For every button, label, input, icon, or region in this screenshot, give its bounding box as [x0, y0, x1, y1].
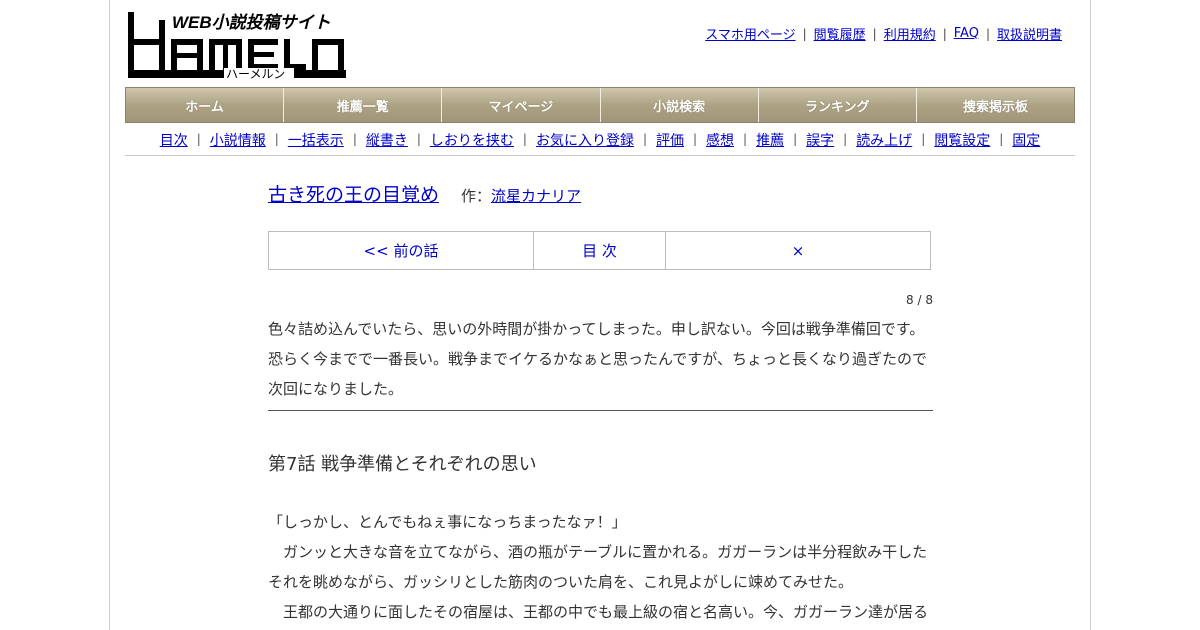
- next-chapter-none: ×: [791, 241, 805, 260]
- separator: |: [793, 132, 798, 146]
- subnav-rating[interactable]: 評価: [656, 130, 684, 150]
- author-link[interactable]: 流星カナリア: [491, 185, 581, 206]
- subnav-favorite[interactable]: お気に入り登録: [536, 130, 634, 150]
- history-link[interactable]: 閲覧履歴: [814, 24, 866, 43]
- author-prefix: 作：: [461, 187, 492, 205]
- preface-line: 次回になりました。: [268, 380, 404, 398]
- separator: |: [522, 132, 527, 146]
- novel-title-link[interactable]: 古き死の王の目覚め: [268, 180, 439, 207]
- body-paragraph: ガンッと大きな音を立てながら、酒の瓶がテーブルに置かれる。ガガーランは半分程飲み…: [268, 543, 928, 561]
- nav-recommendations[interactable]: 推薦一覧: [284, 88, 443, 122]
- nav-search-board[interactable]: 捜索掲示板: [917, 88, 1074, 122]
- separator: |: [642, 132, 647, 146]
- toc-link[interactable]: 目 次: [534, 232, 666, 269]
- separator: |: [352, 132, 357, 146]
- subnav-recommend[interactable]: 推薦: [756, 130, 784, 150]
- nav-home[interactable]: ホーム: [126, 88, 285, 122]
- title-row: 古き死の王の目覚め 作： 流星カナリア: [268, 180, 933, 207]
- chapter-title: 第7話 戦争準備とそれぞれの思い: [268, 454, 537, 475]
- subnav-read-aloud[interactable]: 読み上げ: [856, 130, 912, 150]
- separator: |: [802, 26, 807, 41]
- manual-link[interactable]: 取扱説明書: [997, 24, 1062, 43]
- subnav-bookmark[interactable]: しおりを挟む: [430, 130, 514, 150]
- prev-chapter-link[interactable]: << 前の話: [269, 232, 534, 269]
- subnav-review[interactable]: 感想: [706, 130, 734, 150]
- body-paragraph: 「しっかし、とんでもねぇ事になっちまったなァ！」: [268, 513, 627, 531]
- separator: |: [942, 26, 947, 41]
- subnav-novel-info[interactable]: 小説情報: [210, 130, 266, 150]
- separator: |: [985, 26, 990, 41]
- preface-divider: [268, 410, 933, 411]
- chapter-nav: << 前の話 目 次 ×: [268, 231, 931, 270]
- terms-link[interactable]: 利用規約: [884, 24, 936, 43]
- logo-kana: ハーメルン: [226, 67, 285, 80]
- separator: |: [416, 132, 421, 146]
- separator: |: [921, 132, 926, 146]
- faq-link[interactable]: FAQ: [954, 26, 979, 41]
- nav-novel-search[interactable]: 小説検索: [601, 88, 759, 122]
- main-nav: ホーム 推薦一覧 マイページ 小説検索 ランキング 捜索掲示板: [125, 87, 1075, 123]
- subnav-show-all[interactable]: 一括表示: [288, 130, 344, 150]
- subnav-toc[interactable]: 目次: [160, 130, 188, 150]
- novel-sub-nav: 目次 | 小説情報 | 一括表示 | 縦書き | しおりを挟む | お気に入り登…: [125, 127, 1075, 156]
- subnav-vertical[interactable]: 縦書き: [366, 130, 408, 150]
- nav-mypage[interactable]: マイページ: [442, 88, 601, 122]
- page-container: WEB小説投稿サイト ハーメルン スマホ用ページ | 閲覧履歴 | 利用規約 |…: [109, 0, 1091, 630]
- separator: |: [743, 132, 748, 146]
- separator: |: [999, 132, 1004, 146]
- subnav-view-settings[interactable]: 閲覧設定: [934, 130, 990, 150]
- logo-tagline: WEB小説投稿サイト: [172, 13, 331, 32]
- separator: |: [843, 132, 848, 146]
- separator: |: [872, 26, 877, 41]
- separator: |: [274, 132, 279, 146]
- novel-content: 古き死の王の目覚め 作： 流星カナリア << 前の話 目 次 × 8 / 8 色…: [268, 180, 933, 627]
- page-count: 8 / 8: [906, 293, 933, 307]
- preface-line: 恐らく今までで一番長い。戦争までイケるかなぁと思ったんですが、ちょっと長くなり過…: [268, 350, 927, 368]
- separator: |: [196, 132, 201, 146]
- subnav-pin[interactable]: 固定: [1012, 130, 1040, 150]
- nav-ranking[interactable]: ランキング: [759, 88, 917, 122]
- separator: |: [693, 132, 698, 146]
- header-links: スマホ用ページ | 閲覧履歴 | 利用規約 | FAQ | 取扱説明書: [705, 24, 1062, 43]
- body-paragraph: それを眺めながら、ガッシリとした筋肉のついた肩を、これ見よがしに竦めてみせた。: [268, 573, 854, 591]
- body-paragraph: 王都の大通りに面したその宿屋は、王都の中でも最上級の宿と名高い。今、ガガーラン達…: [268, 603, 929, 621]
- subnav-typo[interactable]: 誤字: [806, 130, 834, 150]
- smartphone-page-link[interactable]: スマホ用ページ: [705, 24, 795, 43]
- preface-line: 色々詰め込んでいたら、思いの外時間が掛かってしまった。申し訳ない。今回は戦争準備…: [268, 320, 925, 338]
- hameln-logo[interactable]: WEB小説投稿サイト ハーメルン: [126, 10, 346, 80]
- chapter-preface: 色々詰め込んでいたら、思いの外時間が掛かってしまった。申し訳ない。今回は戦争準備…: [268, 314, 933, 404]
- chapter-body: 「しっかし、とんでもねぇ事になっちまったなァ！」 ガンッと大きな音を立てながら、…: [268, 507, 933, 627]
